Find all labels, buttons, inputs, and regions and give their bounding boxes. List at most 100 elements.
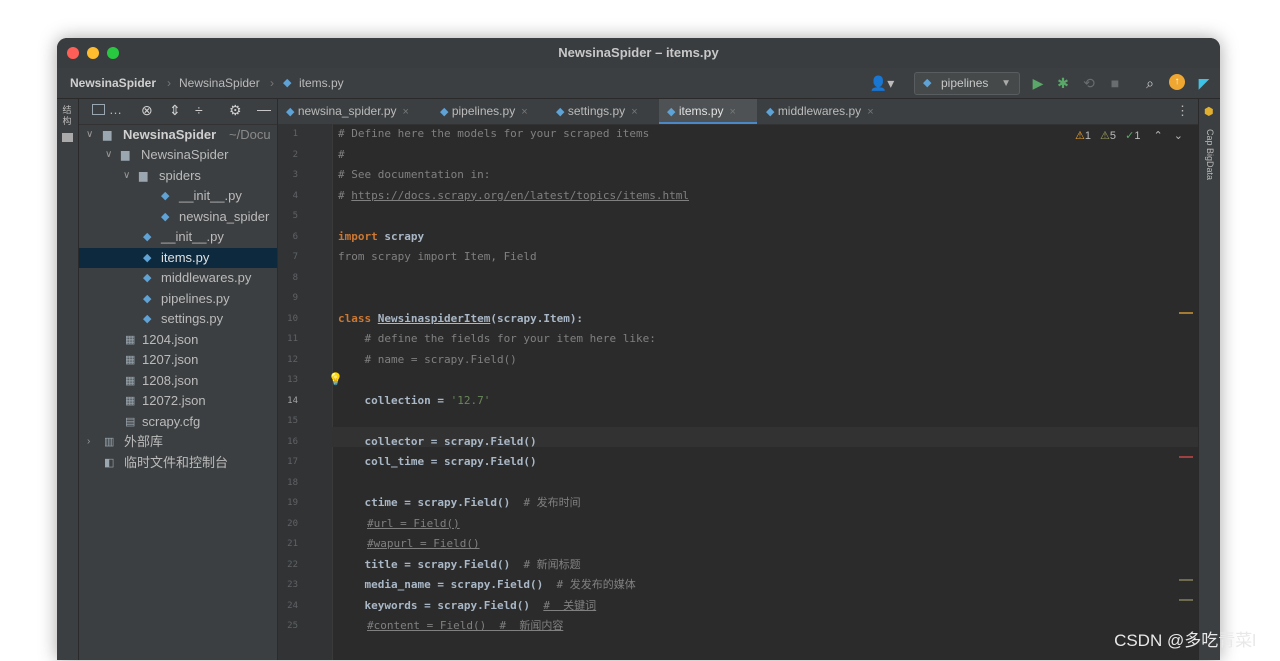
- breadcrumb-separator-icon: ›: [270, 76, 274, 90]
- hide-panel-icon[interactable]: —: [257, 101, 271, 117]
- tree-item-label: __init__.py: [179, 188, 242, 203]
- tree-item-file[interactable]: ▦ 1208.json: [79, 371, 277, 391]
- close-tab-icon[interactable]: ×: [521, 106, 527, 118]
- tree-item-label: __init__.py: [161, 229, 224, 244]
- code-line: #: [338, 147, 345, 161]
- run-icon[interactable]: ▶: [1029, 74, 1047, 92]
- code-line: # Define here the models for your scrape…: [338, 127, 650, 140]
- run-configuration-select[interactable]: ◆ pipelines ▼: [914, 72, 1020, 95]
- locate-icon[interactable]: ⊗: [141, 102, 153, 119]
- tree-item-file[interactable]: ◆ middlewares.py: [79, 268, 277, 288]
- expand-all-icon[interactable]: ⇕: [169, 102, 181, 119]
- tab-items[interactable]: ◆ items.py ×: [659, 99, 757, 124]
- user-icon[interactable]: 👤▾: [869, 74, 895, 92]
- line-number: 20: [287, 518, 298, 529]
- run-config-label: pipelines: [941, 76, 989, 90]
- window-title: NewsinaSpider – items.py: [558, 45, 719, 60]
- debug-icon[interactable]: ✱: [1054, 74, 1072, 92]
- tree-item-file[interactable]: ◆ newsina_spider: [79, 207, 277, 227]
- plugin-icon[interactable]: ⬢: [1204, 105, 1214, 118]
- code-token: media_name = scrapy.Field(): [338, 578, 557, 591]
- weak-warning-icon: ⚠: [1100, 130, 1110, 142]
- line-number: 5: [292, 211, 298, 221]
- code-link[interactable]: https://docs.scrapy.org/en/latest/topics…: [351, 189, 689, 202]
- coverage-icon[interactable]: ⟲: [1080, 74, 1098, 92]
- tree-item-label: middlewares.py: [161, 270, 252, 285]
- tree-item-label: 1208.json: [142, 373, 199, 388]
- error-stripe-mark[interactable]: [1179, 599, 1193, 601]
- code-comment: # 关键词: [543, 598, 597, 612]
- maximize-window-button[interactable]: [107, 47, 119, 59]
- tree-item-label: pipelines.py: [161, 291, 230, 306]
- code-editor[interactable]: # Define here the models for your scrape…: [338, 124, 1199, 660]
- tree-item-path: ~/Docu: [229, 127, 271, 142]
- jetbrains-toolbox-icon[interactable]: ◤: [1195, 74, 1213, 92]
- close-tab-icon[interactable]: ×: [403, 106, 409, 118]
- inspection-widget[interactable]: ⚠1 ⚠5 ✓1 ⌃ ⌄: [1075, 129, 1183, 142]
- minimize-window-button[interactable]: [87, 47, 99, 59]
- tree-item-spiders[interactable]: ∨ ▆ spiders: [79, 166, 277, 186]
- tab-pipelines[interactable]: ◆ pipelines.py ×: [440, 99, 528, 124]
- tree-item-project-root[interactable]: ∨ ▆ NewsinaSpider ~/Docu: [79, 125, 277, 145]
- json-file-icon: ▦: [125, 375, 136, 387]
- close-tab-icon[interactable]: ×: [867, 106, 873, 118]
- tab-newsina-spider[interactable]: ◆ newsina_spider.py ×: [286, 99, 409, 124]
- tree-item-file[interactable]: ◆ pipelines.py: [79, 289, 277, 309]
- close-tab-icon[interactable]: ×: [730, 106, 736, 118]
- tree-item-file[interactable]: ▦ 1207.json: [79, 350, 277, 370]
- tree-item-file[interactable]: ◆ settings.py: [79, 309, 277, 329]
- close-window-button[interactable]: [67, 47, 79, 59]
- tab-settings[interactable]: ◆ settings.py ×: [556, 99, 638, 124]
- line-number: 6: [292, 231, 298, 242]
- settings-gear-icon[interactable]: ⚙: [229, 102, 242, 119]
- tab-label: pipelines.py: [451, 104, 516, 118]
- line-number: 8: [292, 272, 298, 283]
- python-file-icon: ◆: [161, 190, 170, 202]
- code-line: title = scrapy.Field() # 新闻标题: [338, 555, 580, 575]
- tree-item-file[interactable]: ◆ __init__.py: [79, 227, 277, 247]
- code-string: '12.7': [450, 393, 491, 407]
- close-tab-icon[interactable]: ×: [631, 106, 637, 118]
- project-view-icon[interactable]: [92, 104, 105, 115]
- tree-item-file-selected[interactable]: ◆ items.py: [79, 248, 277, 268]
- tab-menu-icon[interactable]: ⋮: [1176, 103, 1189, 119]
- project-folder-icon[interactable]: [62, 133, 73, 142]
- line-number: 7: [292, 252, 298, 262]
- code-line: import scrapy: [338, 227, 424, 247]
- python-file-icon: ◆: [143, 231, 152, 243]
- tab-label: settings.py: [567, 104, 626, 118]
- breadcrumb-package[interactable]: NewsinaSpider: [179, 76, 260, 90]
- stop-icon[interactable]: ■: [1106, 74, 1124, 92]
- tree-item-package[interactable]: ∨ ▆ NewsinaSpider: [79, 145, 277, 165]
- tree-item-file[interactable]: ◆ __init__.py: [79, 186, 277, 206]
- error-stripe-mark[interactable]: [1179, 579, 1193, 581]
- python-file-icon: ◆: [766, 106, 775, 118]
- breadcrumb-project[interactable]: NewsinaSpider: [70, 76, 156, 90]
- json-file-icon: ▦: [125, 395, 136, 407]
- update-icon[interactable]: ↑: [1169, 74, 1185, 90]
- line-number: 16: [287, 436, 298, 447]
- cap-bigdata-tool-button[interactable]: Cap BigData: [1205, 129, 1215, 203]
- view-options-icon[interactable]: …: [109, 102, 122, 117]
- tree-item-file[interactable]: ▦ 12072.json: [79, 391, 277, 411]
- error-stripe-mark[interactable]: [1179, 456, 1193, 458]
- json-file-icon: ▦: [125, 354, 136, 366]
- line-number: 17: [287, 457, 298, 467]
- error-stripe-mark[interactable]: [1179, 312, 1193, 314]
- tab-middlewares[interactable]: ◆ middlewares.py ×: [766, 99, 874, 124]
- next-highlight-icon[interactable]: ⌄: [1174, 130, 1183, 142]
- search-icon[interactable]: ⌕: [1141, 74, 1159, 92]
- line-number: 15: [287, 416, 298, 426]
- collapse-all-icon[interactable]: ÷: [195, 102, 203, 118]
- python-file-icon: ◆: [143, 293, 152, 305]
- tree-item-external-libraries[interactable]: › ▥ 外部库: [79, 432, 277, 452]
- tree-item-scratches[interactable]: ◧ 临时文件和控制台: [79, 453, 277, 473]
- code-comment: # 发布时间: [523, 496, 581, 509]
- breadcrumb-file[interactable]: items.py: [299, 76, 344, 90]
- structure-tool-button[interactable]: 结构: [61, 105, 73, 127]
- previous-highlight-icon[interactable]: ⌃: [1154, 130, 1163, 142]
- tree-item-file[interactable]: ▤ scrapy.cfg: [79, 412, 277, 432]
- tree-item-file[interactable]: ▦ 1204.json: [79, 330, 277, 350]
- navigation-toolbar: NewsinaSpider › NewsinaSpider › ◆ items.…: [57, 68, 1220, 99]
- editor-area: ◆ newsina_spider.py × ◆ pipelines.py × ◆ s…: [278, 99, 1199, 660]
